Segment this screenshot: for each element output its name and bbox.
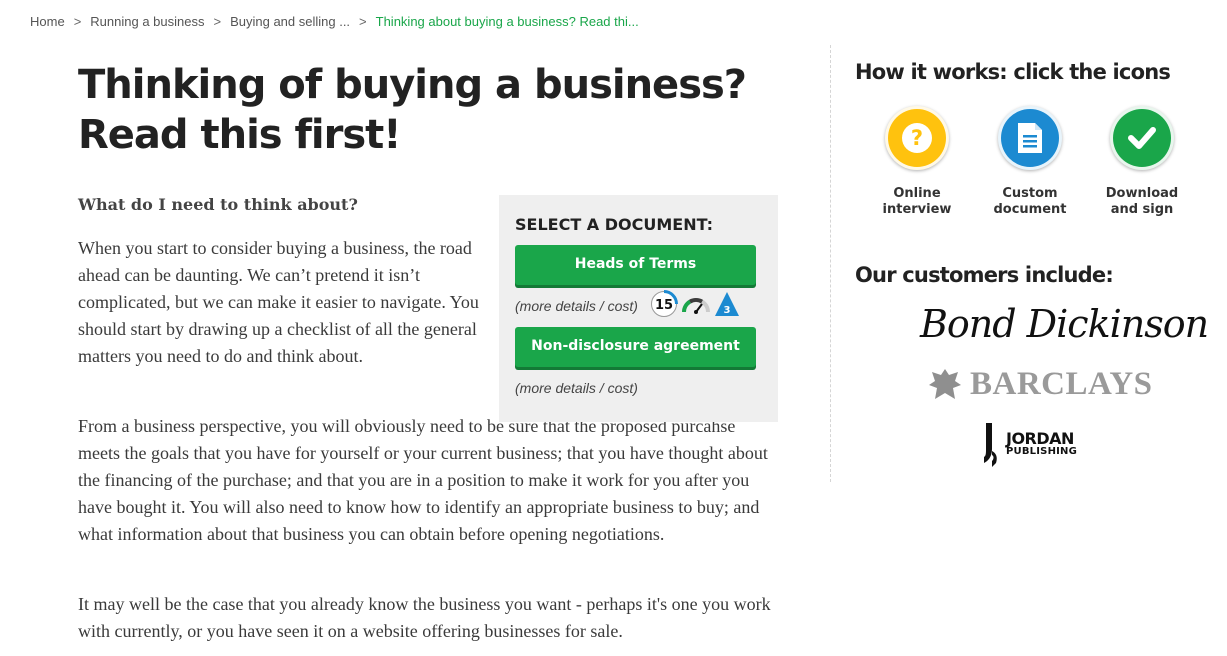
document-badges: 15 3 — [650, 289, 743, 323]
section-subheading: What do I need to think about? — [78, 195, 358, 214]
question-icon[interactable]: ? — [885, 106, 949, 170]
document-icon[interactable] — [998, 106, 1062, 170]
document-details-row: (more details / cost) 15 3 — [515, 285, 762, 327]
main-content: Thinking of buying a business? Read this… — [78, 60, 778, 160]
breadcrumb-separator: > — [359, 14, 367, 29]
barclays-wordmark: BARCLAYS — [970, 366, 1153, 402]
step-label: Download and sign — [1105, 186, 1179, 217]
how-it-works-title: How it works: click the icons — [855, 60, 1171, 84]
step-label: Online interview — [882, 186, 952, 217]
barclays-eagle-icon — [929, 368, 961, 399]
checkmark-icon[interactable] — [1110, 106, 1174, 170]
breadcrumb-running-a-business[interactable]: Running a business — [90, 14, 204, 29]
sidebar-divider — [830, 45, 831, 482]
customers-title: Our customers include: — [855, 263, 1114, 287]
breadcrumb-separator: > — [73, 14, 82, 29]
step-online-interview[interactable]: ? Online interview — [872, 106, 962, 218]
breadcrumb: Home > Running a business > Buying and selli… — [30, 14, 639, 29]
breadcrumb-current: Thinking about buying a business? Read t… — [375, 14, 639, 29]
non-disclosure-agreement-button[interactable]: Non-disclosure agreement — [515, 327, 756, 367]
step-download-and-sign[interactable]: Download and sign — [1097, 106, 1187, 218]
more-details-link[interactable]: (more details / cost) — [515, 380, 638, 396]
jordan-publishing-logo: JORDAN PUBLISHING — [982, 421, 1077, 469]
jordan-logo-mark-icon — [984, 423, 997, 467]
bond-dickinson-logo: Bond Dickinson — [920, 302, 1209, 346]
select-document-title: SELECT A DOCUMENT: — [515, 215, 714, 234]
level-badge-value: 3 — [723, 305, 730, 316]
body-paragraph: When you start to consider buying a busi… — [78, 238, 479, 366]
level-badge-icon: 3 — [714, 291, 740, 322]
time-badge-value: 15 — [655, 298, 673, 313]
step-label: Custom document — [993, 186, 1067, 217]
jordan-wordmark: JORDAN PUBLISHING — [1006, 429, 1078, 458]
select-document-box: SELECT A DOCUMENT: Heads of Terms (more … — [499, 195, 778, 422]
breadcrumb-separator: > — [213, 14, 222, 29]
time-badge-icon: 15 — [650, 289, 678, 323]
step-custom-document[interactable]: Custom document — [985, 106, 1075, 218]
document-details-row: (more details / cost) — [515, 367, 762, 409]
breadcrumb-buying-and-selling[interactable]: Buying and selling ... — [230, 14, 350, 29]
body-paragraph: From a business perspective, you will ob… — [78, 416, 768, 544]
svg-text:?: ? — [911, 126, 923, 150]
breadcrumb-home[interactable]: Home — [30, 14, 65, 29]
heads-of-terms-button[interactable]: Heads of Terms — [515, 245, 756, 285]
complexity-gauge-icon — [681, 293, 711, 320]
body-paragraph: It may well be the case that you already… — [78, 594, 771, 641]
page-title: Thinking of buying a business? Read this… — [78, 62, 747, 158]
more-details-link[interactable]: (more details / cost) — [515, 298, 638, 314]
barclays-logo: BARCLAYS — [928, 366, 1153, 403]
